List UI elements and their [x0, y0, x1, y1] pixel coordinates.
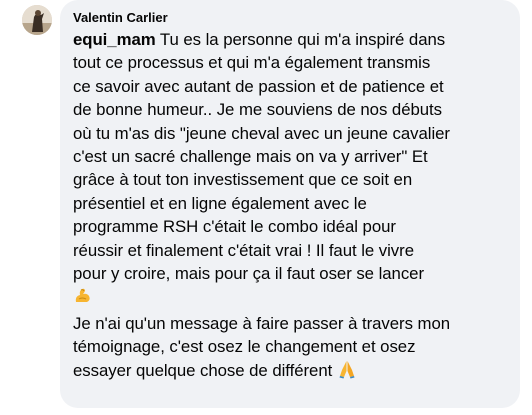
emoji-line [73, 285, 508, 311]
comment-bubble: Valentin Carlier equi_mam Tu es la perso… [60, 0, 520, 408]
comment-line: programme RSH c'était le combo idéal pou… [73, 217, 396, 237]
comment-text: equi_mam Tu es la personne qui m'a inspi… [73, 28, 508, 385]
comment-line-text: essayer quelque chose de différent [73, 360, 337, 380]
comment-line: Je n'ai qu'un message à faire passer à t… [73, 313, 451, 333]
comment-line: de bonne humeur.. Je me souviens de nos … [73, 100, 443, 120]
comment-line: où tu m'as dis "jeune cheval avec un jeu… [73, 123, 450, 143]
comment-line: equi_mam Tu es la personne qui m'a inspi… [73, 28, 508, 51]
mention-link[interactable]: equi_mam [73, 30, 156, 49]
comment-line: présentiel et en ligne également avec le [73, 193, 367, 213]
comment-line: témoignage, c'est osez le changement et … [73, 337, 416, 357]
profile-photo-icon [22, 5, 52, 35]
comment-line: réussir et finalement c'était vrai ! Il … [73, 240, 414, 260]
comment-line: c'est un sacré challenge mais on va y ar… [73, 147, 428, 167]
comment-line-text: Tu es la personne qui m'a inspiré dans [155, 30, 446, 49]
folded-hands-icon [337, 359, 357, 385]
comment-line: tout ce processus et qui m'a également t… [73, 53, 431, 73]
comment-line: grâce à tout ton investissement que ce s… [73, 170, 413, 190]
flexed-biceps-icon [73, 285, 93, 311]
comment-author[interactable]: Valentin Carlier [73, 9, 508, 26]
comment-line: ce savoir avec autant de passion et de p… [73, 76, 444, 96]
avatar[interactable] [22, 5, 52, 35]
comment-line: pour y croire, mais pour ça il faut oser… [73, 264, 424, 284]
comment-line: essayer quelque chose de différent [73, 359, 508, 385]
